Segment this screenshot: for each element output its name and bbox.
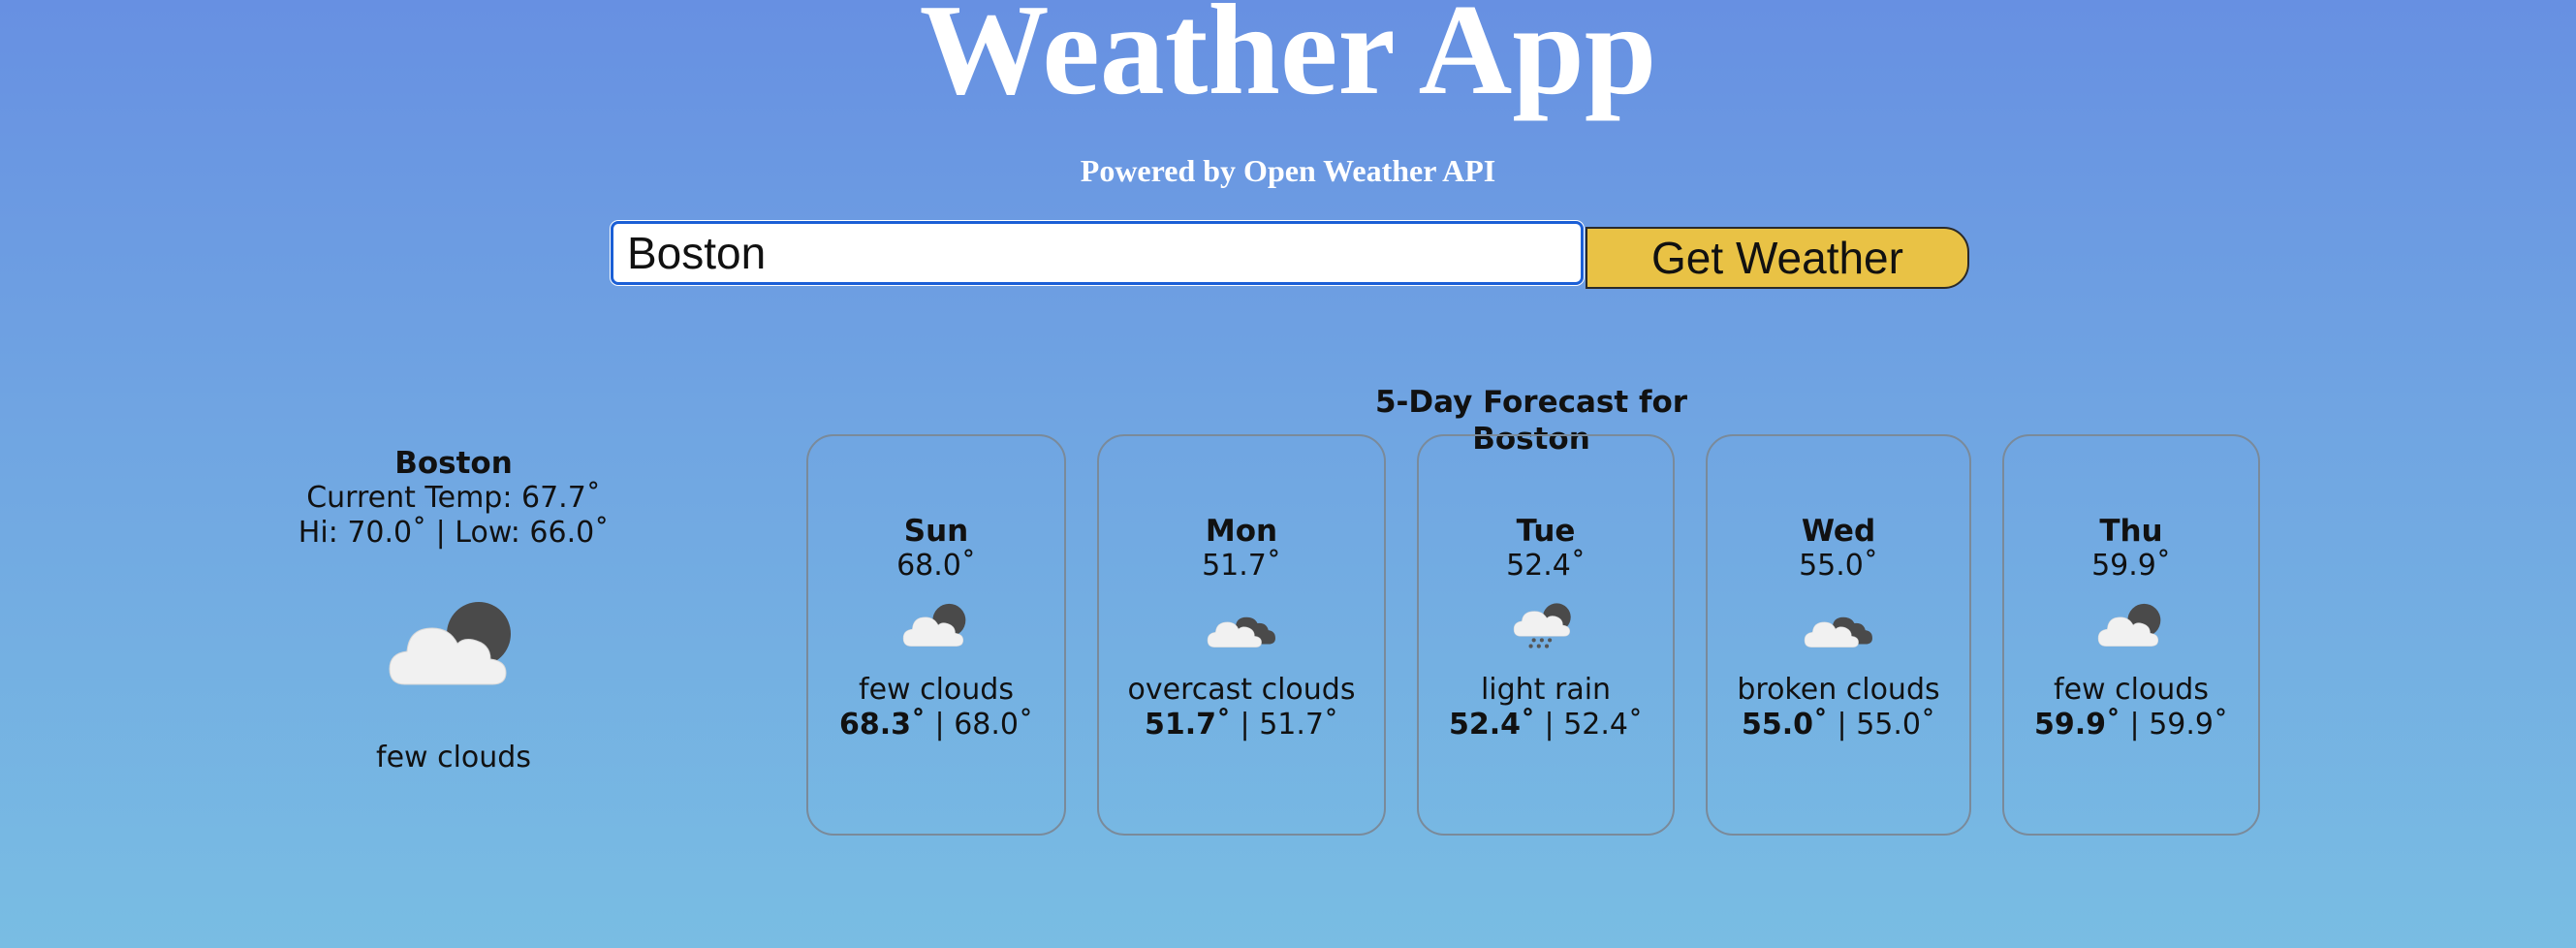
broken-clouds-icon bbox=[1804, 597, 1873, 653]
forecast-card-thu: Thu 59.9˚ few clouds 59.9˚ | 59.9˚ bbox=[2002, 434, 2260, 836]
forecast-hi-low: 55.0˚ | 55.0˚ bbox=[1708, 708, 1969, 743]
forecast-description: overcast clouds bbox=[1127, 673, 1356, 707]
page-title: Weather App bbox=[919, 0, 1657, 121]
few-clouds-night-icon bbox=[386, 595, 521, 692]
forecast-description: few clouds bbox=[2054, 673, 2209, 707]
forecast-description: few clouds bbox=[859, 673, 1014, 707]
forecast-card-sun: Sun 68.0˚ few clouds 68.3˚ | 68.0˚ bbox=[806, 434, 1066, 836]
forecast-hi: 68.3˚ bbox=[838, 708, 927, 742]
few-clouds-night-icon bbox=[901, 597, 971, 653]
forecast-card-tue: Tue 52.4˚ light rain 52.4˚ | 52.4˚ bbox=[1417, 434, 1675, 836]
forecast-hi: 59.9˚ bbox=[2033, 708, 2121, 742]
forecast-hi: 52.4˚ bbox=[1448, 708, 1536, 742]
forecast-temp: 59.9˚ bbox=[2091, 549, 2171, 583]
forecast-temp: 55.0˚ bbox=[1799, 549, 1878, 583]
forecast-day: Mon bbox=[1205, 514, 1278, 549]
current-description: few clouds bbox=[376, 741, 531, 774]
forecast-description: light rain bbox=[1480, 673, 1612, 707]
current-city: Boston bbox=[394, 446, 513, 481]
few-clouds-night-icon bbox=[2096, 597, 2166, 653]
current-weather-panel: Boston Current Temp: 67.7˚ Hi: 70.0˚ | L… bbox=[271, 446, 636, 775]
forecast-hi: 55.0˚ bbox=[1741, 708, 1829, 742]
forecast-hi-low: 52.4˚ | 52.4˚ bbox=[1419, 708, 1673, 743]
forecast-temp: 68.0˚ bbox=[896, 549, 976, 583]
forecast-hi-low: 51.7˚ | 51.7˚ bbox=[1099, 708, 1384, 743]
forecast-low: | 55.0˚ bbox=[1828, 708, 1935, 742]
forecast-card-wed: Wed 55.0˚ broken clouds 55.0˚ | 55.0˚ bbox=[1706, 434, 1971, 836]
forecast-temp: 52.4˚ bbox=[1506, 549, 1586, 583]
get-weather-button[interactable]: Get Weather bbox=[1586, 227, 1969, 289]
forecast-low: | 59.9˚ bbox=[2120, 708, 2228, 742]
forecast-day: Tue bbox=[1516, 514, 1576, 549]
forecast-hi-low: 68.3˚ | 68.0˚ bbox=[808, 708, 1064, 743]
forecast-description: broken clouds bbox=[1737, 673, 1940, 707]
overcast-clouds-icon bbox=[1207, 597, 1276, 653]
forecast-low: | 68.0˚ bbox=[926, 708, 1033, 742]
forecast-temp: 51.7˚ bbox=[1202, 549, 1281, 583]
forecast-day: Wed bbox=[1801, 514, 1876, 549]
forecast-card-mon: Mon 51.7˚ overcast clouds 51.7˚ | 51.7˚ bbox=[1097, 434, 1386, 836]
current-hi-low: Hi: 70.0˚ | Low: 66.0˚ bbox=[298, 516, 610, 550]
current-temp: Current Temp: 67.7˚ bbox=[306, 481, 601, 515]
forecast-hi-low: 59.9˚ | 59.9˚ bbox=[2004, 708, 2258, 743]
forecast-hi: 51.7˚ bbox=[1144, 708, 1232, 742]
forecast-low: | 52.4˚ bbox=[1535, 708, 1643, 742]
light-rain-icon bbox=[1511, 597, 1581, 653]
forecast-day: Thu bbox=[2099, 514, 2163, 549]
page-subtitle: Powered by Open Weather API bbox=[1080, 153, 1496, 188]
forecast-day: Sun bbox=[903, 514, 969, 549]
forecast-low: | 51.7˚ bbox=[1231, 708, 1338, 742]
city-search-input[interactable] bbox=[611, 221, 1584, 285]
